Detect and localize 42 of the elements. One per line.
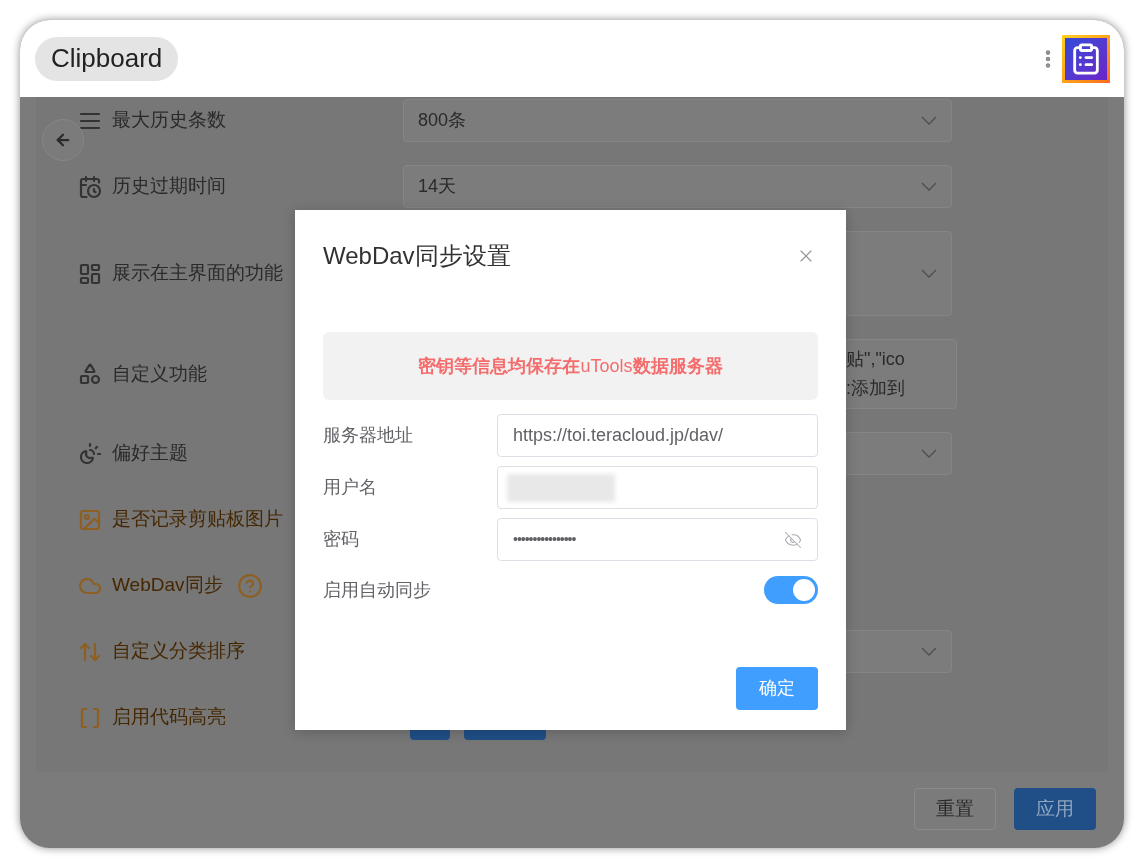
chevron-down-icon bbox=[921, 182, 937, 191]
field-label: 服务器地址 bbox=[323, 424, 414, 447]
field-value: •••••••••••••••• bbox=[513, 530, 576, 549]
chevron-down-icon bbox=[921, 449, 937, 458]
text-line: 贴","ico bbox=[846, 348, 906, 371]
select-field[interactable]: 800条 bbox=[403, 99, 952, 142]
input-field[interactable] bbox=[497, 466, 818, 509]
field-label: 用户名 bbox=[323, 476, 378, 499]
layout-icon bbox=[78, 261, 102, 286]
image-icon bbox=[78, 507, 102, 532]
text-line: :添加到 bbox=[846, 377, 906, 400]
apply-button[interactable]: 应用 bbox=[1014, 788, 1096, 830]
notice-text: 密钥等信息均保存在uTools数据服务器 bbox=[418, 354, 723, 378]
reset-button[interactable]: 重置 bbox=[914, 788, 996, 830]
setting-label: 偏好主题 bbox=[112, 441, 188, 466]
input-field[interactable]: •••••••••••••••• bbox=[497, 518, 818, 561]
dialog-title: WebDav同步设置 bbox=[323, 241, 511, 271]
input-field[interactable]: https://toi.teracloud.jp/dav/ bbox=[497, 414, 818, 457]
setting-label: 展示在主界面的功能 bbox=[112, 261, 283, 286]
app-title: Clipboard bbox=[35, 36, 179, 81]
confirm-button[interactable]: 确定 bbox=[736, 667, 818, 710]
auto-sync-switch[interactable] bbox=[764, 576, 818, 604]
clipboard-logo-icon[interactable] bbox=[1062, 34, 1110, 83]
chevron-down-icon bbox=[921, 269, 937, 278]
setting-label: 最大历史条数 bbox=[112, 108, 226, 133]
setting-label: 自定义功能 bbox=[112, 361, 207, 386]
field-value: https://toi.teracloud.jp/dav/ bbox=[513, 424, 724, 447]
select-field[interactable]: 14天 bbox=[403, 165, 952, 208]
field-label: 密码 bbox=[323, 528, 360, 551]
brackets-icon bbox=[78, 705, 102, 730]
setting-label: 是否记录剪贴板图片 bbox=[112, 507, 283, 532]
setting-label: 启用代码高亮 bbox=[112, 705, 226, 730]
field-label: 启用自动同步 bbox=[323, 578, 431, 602]
setting-label: 历史过期时间 bbox=[112, 174, 226, 199]
setting-label: 自定义分类排序 bbox=[112, 639, 245, 664]
chevron-down-icon bbox=[921, 116, 937, 125]
shapes-icon bbox=[78, 362, 102, 386]
calendar-clock-icon bbox=[78, 174, 102, 199]
eye-off-icon[interactable] bbox=[784, 530, 802, 549]
chevron-down-icon bbox=[921, 647, 937, 656]
sun-moon-icon bbox=[78, 441, 102, 466]
setting-label: WebDav同步 bbox=[112, 573, 223, 598]
